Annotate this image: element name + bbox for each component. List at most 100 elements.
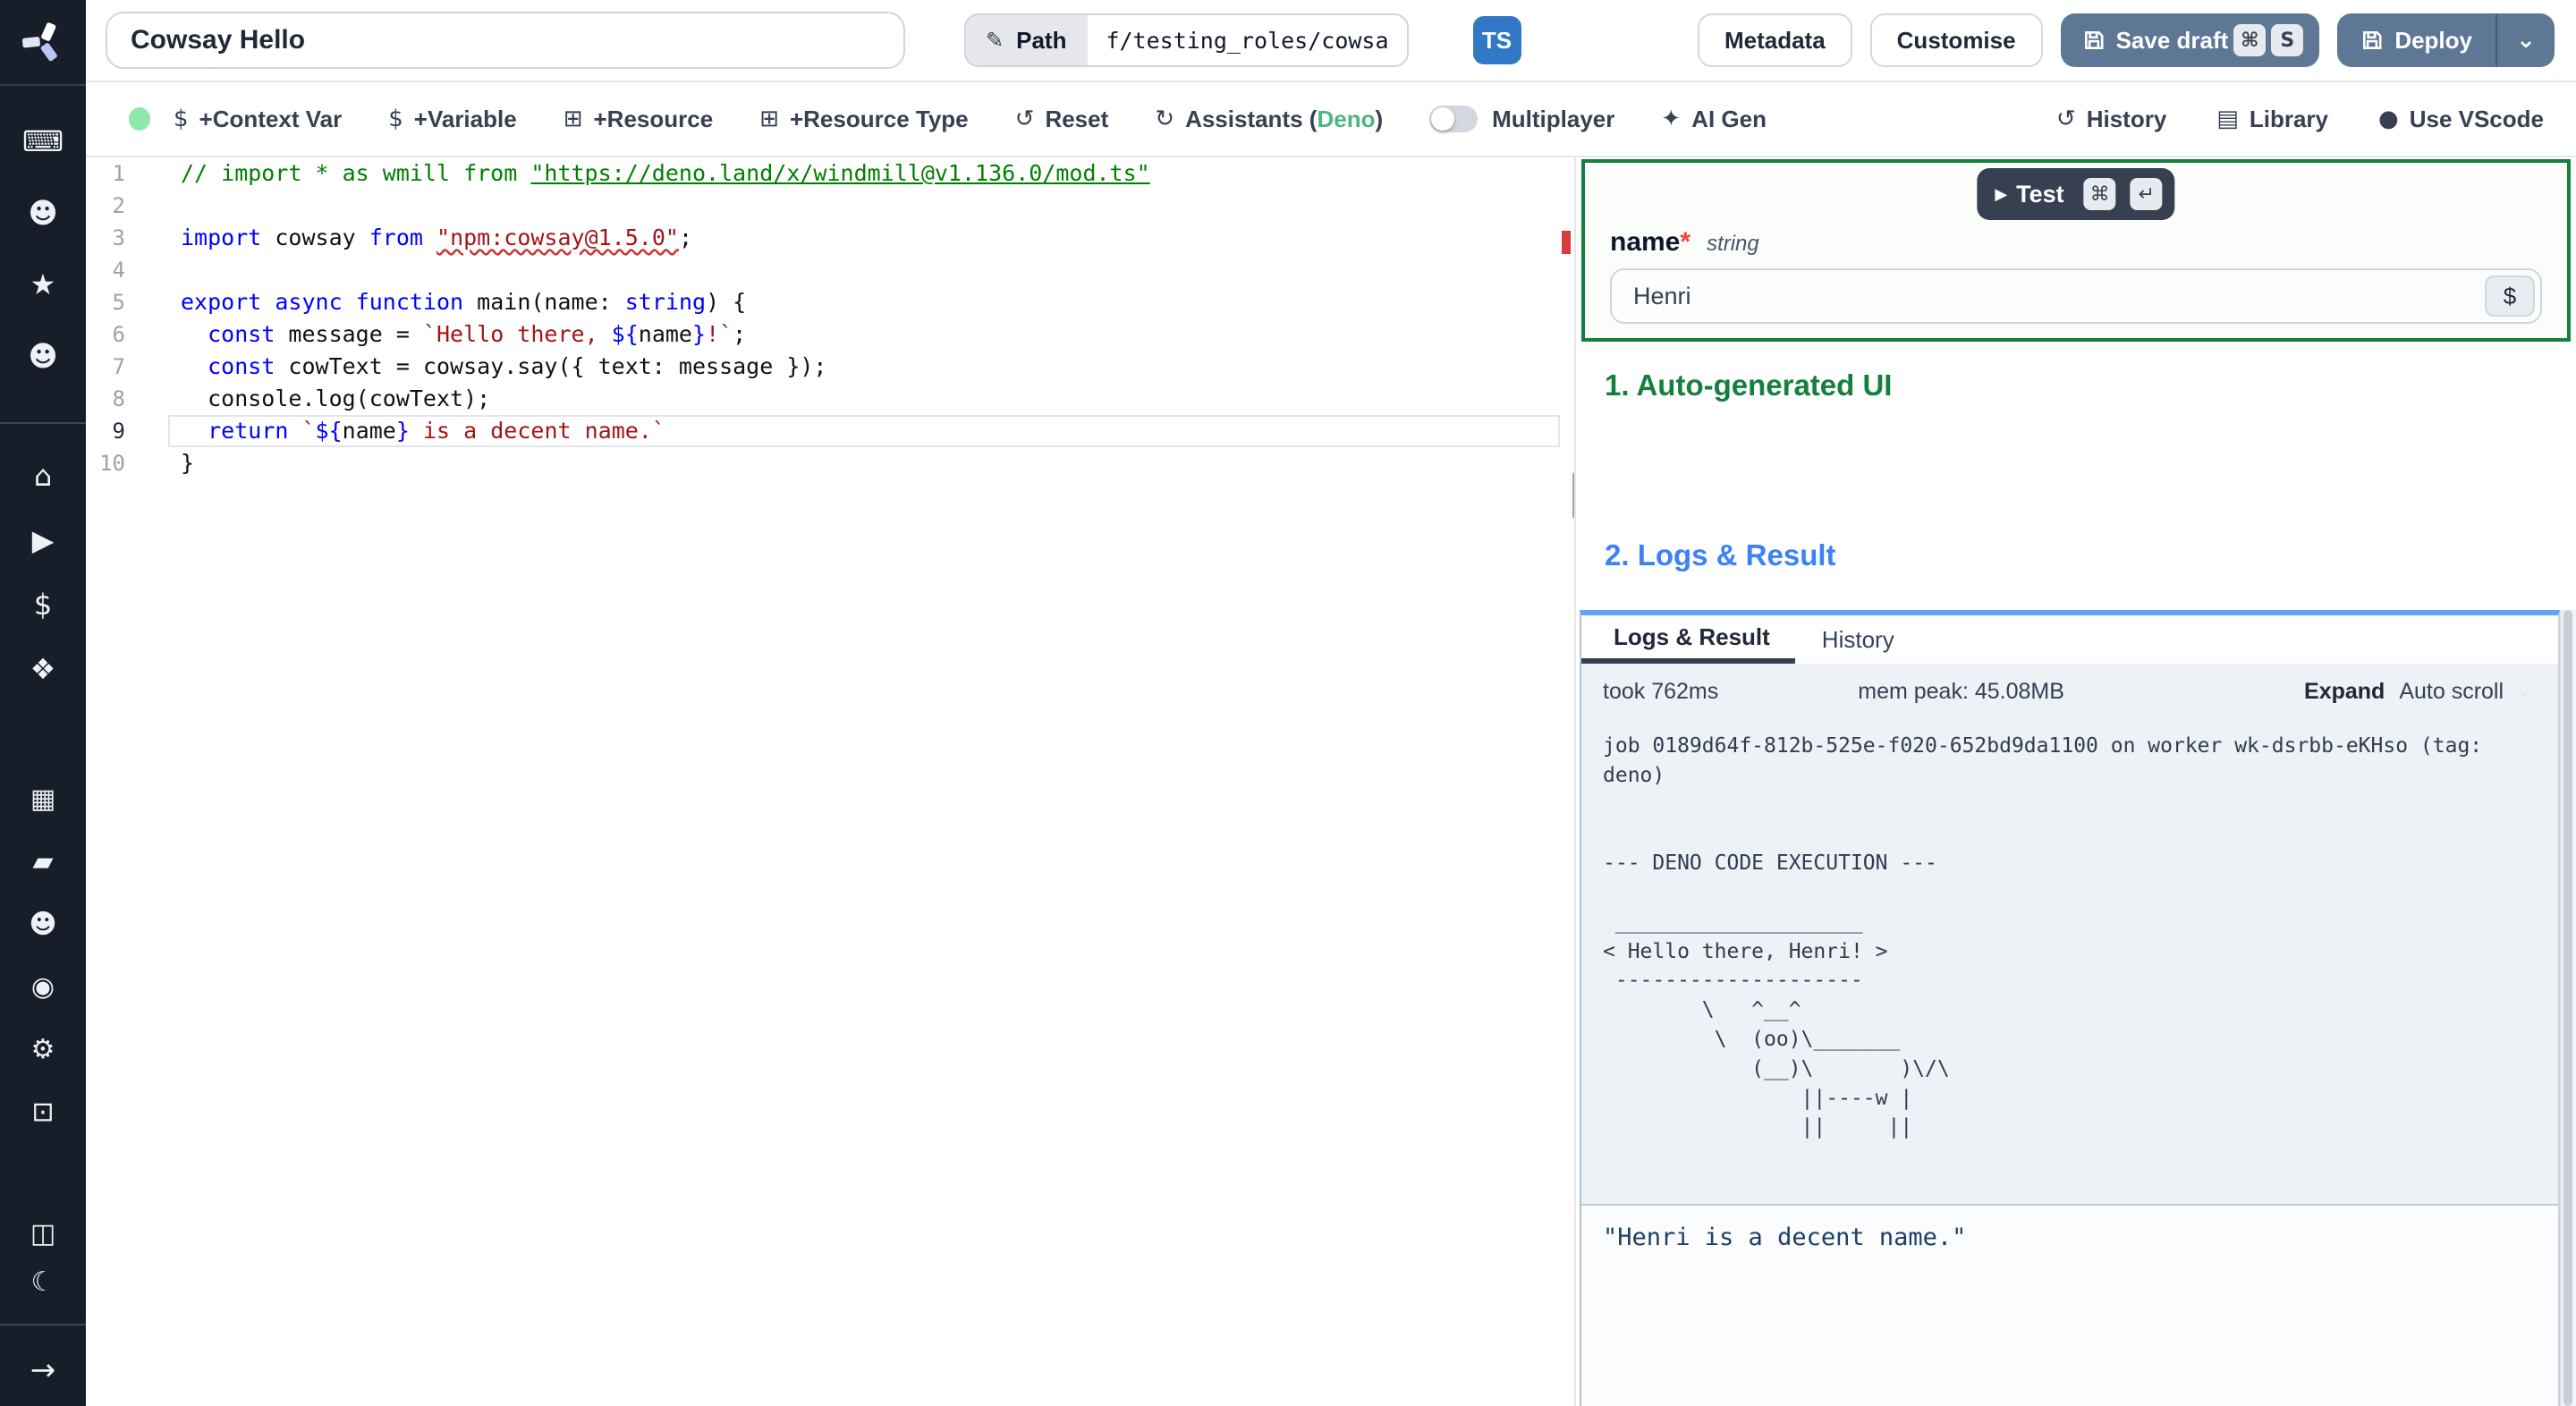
assistants-button[interactable]: ↻ Assistants (Deno) <box>1155 106 1383 133</box>
multiplayer-toggle[interactable] <box>1429 106 1479 132</box>
sidebar-group-4: ◫ ☾ <box>0 1209 86 1306</box>
save-draft-button[interactable]: Save draft ⌘ S <box>2060 13 2320 67</box>
tab-history[interactable]: History <box>1795 615 1921 664</box>
groups-icon[interactable]: ☻ <box>0 893 86 955</box>
library-button[interactable]: ▤ Library <box>2216 106 2328 133</box>
tab-logs-result[interactable]: Logs & Result <box>1581 615 1795 664</box>
sidebar-group-3: ▦ ▰ ☻ ◉ ⚙ ⊡ <box>0 767 86 1143</box>
add-resource-button[interactable]: ⊞ +Resource <box>564 106 713 133</box>
line-number: 7 <box>112 354 125 379</box>
chevron-down-icon[interactable]: ⌄ <box>2497 13 2555 67</box>
auto-generated-ui-heading: 1. Auto-generated UI <box>1605 368 1893 402</box>
variables-icon[interactable]: $ <box>0 572 86 637</box>
code-text: return `${name} is a decent name.` <box>208 418 665 444</box>
cmd-key-chip: ⌘ <box>2083 178 2116 210</box>
assistants-button-suffix: ) <box>1375 105 1384 132</box>
resources-icon[interactable]: ❖ <box>0 637 86 701</box>
ai-gen-button[interactable]: ✦ AI Gen <box>1661 106 1767 133</box>
ai-gen-button-label: AI Gen <box>1691 105 1767 132</box>
metadata-button[interactable]: Metadata <box>1697 13 1852 67</box>
add-variable-button-label: +Variable <box>413 105 517 132</box>
code-text: const message = `Hello there, ${name}!`; <box>208 321 747 347</box>
multiplayer-toggle-label: Multiplayer <box>1492 105 1615 132</box>
s-key-chip: S <box>2271 24 2304 56</box>
save-icon <box>2082 29 2106 52</box>
add-resource-type-button[interactable]: ⊞ +Resource Type <box>759 106 968 133</box>
expand-button[interactable]: Expand <box>2304 679 2385 705</box>
settings-icon[interactable]: ⚙ <box>0 1018 86 1080</box>
reset-button[interactable]: ↺ Reset <box>1015 106 1109 133</box>
topbar: ✎ Path f/testing_roles/cowsa TS Metadata… <box>86 0 2576 82</box>
preview-scrollbar-track <box>2560 610 2576 1406</box>
home-icon[interactable]: ⌂ <box>0 444 86 508</box>
editor-toolbar: $ +Context Var $ +Variable ⊞ +Resource ⊞ +Resou… <box>86 82 2576 157</box>
windmill-logo[interactable] <box>0 0 86 86</box>
customise-button[interactable]: Customise <box>1869 13 2043 67</box>
topbar-actions: Metadata Customise Save draft ⌘ S Deploy… <box>1697 13 2555 67</box>
code-line-1: 1 // import * as wmill from "https://deno… <box>86 157 1574 190</box>
collapse-sidebar-icon[interactable]: → <box>0 1334 86 1406</box>
code-line-8: 8 console.log(cowText); <box>86 383 1574 415</box>
name-arg-input[interactable] <box>1612 270 2540 322</box>
use-vscode-icon: ● <box>2378 106 2399 132</box>
add-context-var-icon: $ <box>174 106 189 132</box>
history-button[interactable]: ↺ History <box>2056 106 2166 133</box>
path-widget[interactable]: ✎ Path f/testing_roles/cowsa <box>964 13 1409 67</box>
test-args-box: ▶ Test ⌘ ↵ name* string $ <box>1581 159 2571 342</box>
code-editor[interactable]: 1 // import * as wmill from "https://deno… <box>86 157 1576 1406</box>
code-text: console.log(cowText); <box>181 385 491 411</box>
line-number: 1 <box>112 161 125 186</box>
typescript-badge: TS <box>1472 16 1521 64</box>
preview-scrollbar-thumb[interactable] <box>2563 610 2572 1406</box>
use-vscode-button[interactable]: ● Use VScode <box>2378 106 2544 133</box>
add-variable-icon: $ <box>388 106 403 132</box>
add-resource-icon: ⊞ <box>563 106 583 132</box>
workers-icon[interactable]: ⊡ <box>0 1080 86 1143</box>
dark-mode-icon[interactable]: ☾ <box>0 1258 86 1306</box>
enter-key-chip: ↵ <box>2130 178 2163 210</box>
auto-scroll-toggle[interactable]: Auto scroll <box>2399 679 2504 705</box>
windmill-logo-icon <box>21 22 57 62</box>
logs-result-heading: 2. Logs & Result <box>1605 538 1836 572</box>
reset-icon: ↺ <box>1014 106 1035 132</box>
runs-icon[interactable]: ▶ <box>0 508 86 572</box>
status-dot <box>129 107 150 131</box>
sidebar-group-2: ⌂ ▶ $ ❖ <box>0 444 86 701</box>
code-text: } <box>181 450 195 476</box>
assistants-button-label: Assistants ( <box>1185 105 1318 132</box>
add-context-var-button[interactable]: $ +Context Var <box>174 106 342 133</box>
favorites-star-icon[interactable]: ★ <box>0 249 86 320</box>
code-text: export async function main(name: string)… <box>181 289 747 315</box>
audit-logs-icon[interactable]: ◉ <box>0 955 86 1018</box>
result-output: "Henri is a decent name." <box>1581 1204 2558 1406</box>
line-number: 5 <box>112 290 125 315</box>
script-title-input[interactable] <box>106 12 905 69</box>
content-area: 1 // import * as wmill from "https://deno… <box>86 157 2576 1406</box>
deploy-button[interactable]: Deploy ⌄ <box>2337 13 2555 67</box>
add-resource-type-button-label: +Resource Type <box>789 105 969 132</box>
test-button[interactable]: ▶ Test ⌘ ↵ <box>1977 168 2175 220</box>
folders-icon[interactable]: ▰ <box>0 830 86 893</box>
code-line-3: 3 import cowsay from "npm:cowsay@1.5.0"; <box>86 222 1574 254</box>
line-number: 6 <box>112 322 125 347</box>
sidebar-nav: ⌨ ☻ ★ ☻ ⌂ ▶ $ ❖ ▦ ▰ ☻ ◉ ⚙ ⊡ ◫ ☾ <box>0 86 86 1306</box>
code-line-5: 5 export async function main(name: string… <box>86 286 1574 318</box>
pencil-icon: ✎ <box>986 28 1004 53</box>
logs-output: job 0189d64f-812b-525e-f020-652bd9da1100… <box>1581 719 2558 1204</box>
add-variable-button[interactable]: $ +Variable <box>388 106 516 133</box>
docs-icon[interactable]: ◫ <box>0 1209 86 1258</box>
schedules-icon[interactable]: ▦ <box>0 767 86 830</box>
toolbar-right: ↺ History ▤ Library ● Use VScode <box>2006 106 2544 133</box>
users-icon[interactable]: ☻ <box>0 320 86 392</box>
error-overview-marker <box>1562 231 1571 254</box>
arg-type-label: string <box>1707 232 1759 256</box>
insert-variable-button[interactable]: $ <box>2485 275 2535 317</box>
preview-panel: ▶ Test ⌘ ↵ name* string $ <box>1576 157 2576 1406</box>
workspace-icon[interactable]: ⌨ <box>0 106 86 177</box>
cmd-key-chip: ⌘ <box>2233 24 2267 56</box>
user-icon[interactable]: ☻ <box>0 177 86 249</box>
code-line-6: 6 const message = `Hello there, ${name}!… <box>86 318 1574 351</box>
deploy-save-icon <box>2360 29 2384 52</box>
